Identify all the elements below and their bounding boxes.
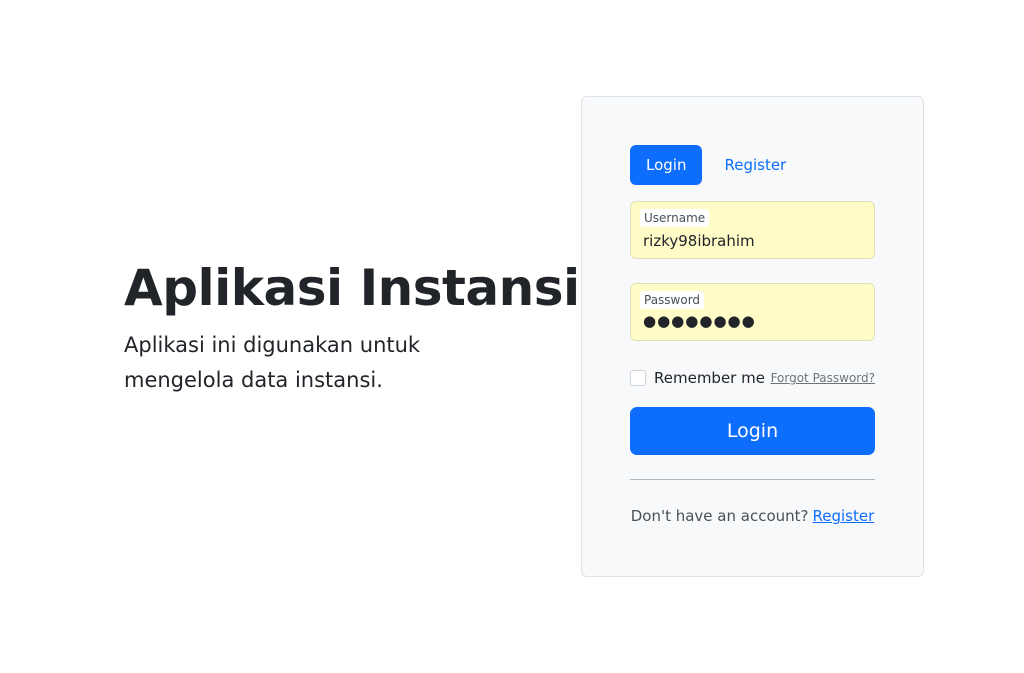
password-label: Password: [640, 291, 705, 309]
tab-register[interactable]: Register: [708, 145, 802, 185]
page-title: Aplikasi Instansi: [124, 259, 580, 317]
login-button[interactable]: Login: [630, 407, 875, 455]
auth-tabs: Login Register: [630, 145, 802, 185]
forgot-password-link[interactable]: Forgot Password?: [771, 371, 875, 385]
signup-prompt: Don't have an account? Register: [582, 507, 923, 525]
username-field[interactable]: Username rizky98ibrahim: [630, 201, 875, 259]
tab-login[interactable]: Login: [630, 145, 703, 185]
password-input[interactable]: ●●●●●●●●: [643, 312, 863, 330]
register-link[interactable]: Register: [813, 507, 875, 525]
page-description: Aplikasi ini digunakan untuk mengelola d…: [124, 333, 421, 392]
remember-row: Remember me Forgot Password?: [630, 369, 875, 387]
login-card: Login Register Username rizky98ibrahim P…: [581, 96, 924, 577]
username-input[interactable]: rizky98ibrahim: [643, 232, 863, 250]
remember-checkbox[interactable]: [630, 370, 646, 386]
signup-text: Don't have an account?: [630, 507, 809, 525]
username-label: Username: [640, 209, 710, 227]
divider: [630, 479, 875, 480]
hero-section: Aplikasi Instansi Aplikasi ini digunakan…: [124, 258, 580, 398]
password-field[interactable]: Password ●●●●●●●●: [630, 283, 875, 341]
remember-label[interactable]: Remember me: [654, 369, 765, 387]
